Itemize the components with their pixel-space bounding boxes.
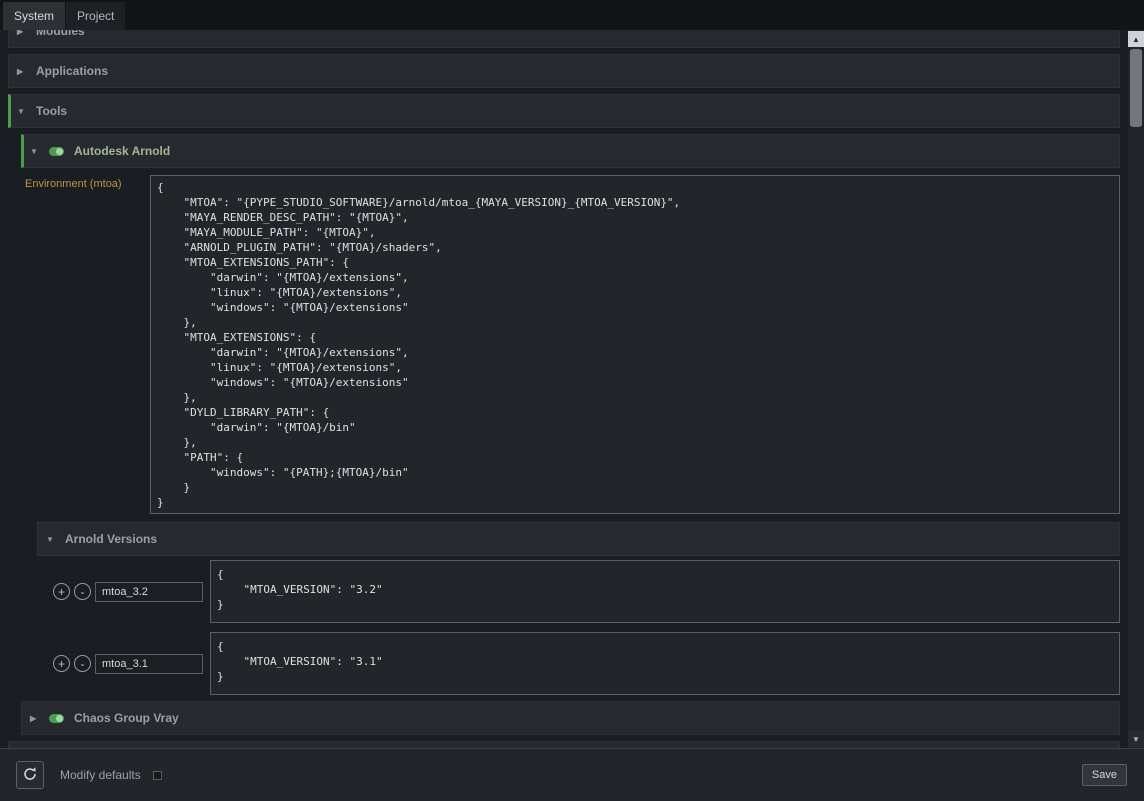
- scroll-up-button[interactable]: ▲: [1128, 31, 1144, 47]
- scrollbar-thumb[interactable]: [1130, 49, 1142, 127]
- version-row: + - { "MTOA_VERSION": "3.2" }: [53, 560, 1120, 623]
- tab-project[interactable]: Project: [66, 2, 125, 30]
- remove-version-button[interactable]: -: [74, 583, 91, 600]
- scroll-down-icon: ▼: [1132, 735, 1140, 744]
- version-key-controls: + -: [53, 560, 210, 623]
- environment-label: Environment (mtoa): [25, 175, 150, 514]
- refresh-icon: [22, 766, 38, 785]
- version-json-editor[interactable]: { "MTOA_VERSION": "3.1" }: [210, 632, 1120, 695]
- save-button[interactable]: Save: [1082, 764, 1127, 786]
- modify-defaults-checkbox[interactable]: [153, 771, 162, 780]
- scroll-up-icon: ▲: [1132, 35, 1140, 44]
- environment-field-row: Environment (mtoa) { "MTOA": "{PYPE_STUD…: [25, 175, 1120, 514]
- tab-bar: System Project: [0, 0, 1144, 30]
- vray-enabled-toggle[interactable]: [49, 714, 64, 723]
- section-tools-label: Tools: [36, 104, 67, 118]
- modify-defaults-label: Modify defaults: [60, 768, 141, 782]
- section-header-tools[interactable]: ▼ Tools: [8, 94, 1120, 128]
- version-key-controls: + -: [53, 632, 210, 695]
- chevron-down-icon: ▼: [46, 535, 57, 544]
- section-header-clipped[interactable]: [8, 741, 1120, 748]
- version-row: + - { "MTOA_VERSION": "3.1" }: [53, 632, 1120, 695]
- tools-section-body: ▼ Autodesk Arnold Environment (mtoa) { "…: [21, 134, 1120, 735]
- vertical-scrollbar[interactable]: ▲ ▼: [1128, 30, 1144, 748]
- version-json-editor[interactable]: { "MTOA_VERSION": "3.2" }: [210, 560, 1120, 623]
- arnold-versions-label: Arnold Versions: [65, 532, 157, 546]
- arnold-section-label: Autodesk Arnold: [74, 144, 170, 158]
- version-key-input[interactable]: [95, 582, 203, 602]
- add-version-button[interactable]: +: [53, 583, 70, 600]
- chevron-right-icon: ▶: [30, 714, 41, 723]
- section-applications-label: Applications: [36, 64, 108, 78]
- remove-version-button[interactable]: -: [74, 655, 91, 672]
- tab-system-label: System: [14, 9, 54, 23]
- arnold-versions-block: ▼ Arnold Versions + - { "MTOA_VERSION": …: [37, 522, 1120, 695]
- refresh-button[interactable]: [16, 761, 44, 789]
- vray-section-label: Chaos Group Vray: [74, 711, 179, 725]
- section-header-modules[interactable]: ▶ Modules: [8, 30, 1120, 48]
- section-header-chaos-group-vray[interactable]: ▶ Chaos Group Vray: [21, 701, 1120, 735]
- section-modules-label: Modules: [36, 30, 85, 38]
- chevron-right-icon: ▶: [17, 67, 28, 76]
- chevron-right-icon: ▶: [17, 30, 28, 36]
- scroll-down-button[interactable]: ▼: [1128, 731, 1144, 747]
- footer-bar: Modify defaults Save: [0, 748, 1144, 801]
- arnold-enabled-toggle[interactable]: [49, 147, 64, 156]
- chevron-down-icon: ▼: [30, 147, 41, 156]
- tab-project-label: Project: [77, 9, 114, 23]
- chevron-down-icon: ▼: [17, 107, 28, 116]
- version-key-input[interactable]: [95, 654, 203, 674]
- add-version-button[interactable]: +: [53, 655, 70, 672]
- section-header-autodesk-arnold[interactable]: ▼ Autodesk Arnold: [21, 134, 1120, 168]
- settings-window: System Project ▶ Modules ▶ Applications …: [0, 0, 1144, 801]
- tab-system[interactable]: System: [3, 2, 65, 30]
- settings-scroll-area: ▶ Modules ▶ Applications ▼ Tools ▼ Autod…: [0, 30, 1128, 748]
- environment-json-editor[interactable]: { "MTOA": "{PYPE_STUDIO_SOFTWARE}/arnold…: [150, 175, 1120, 514]
- section-header-applications[interactable]: ▶ Applications: [8, 54, 1120, 88]
- section-header-arnold-versions[interactable]: ▼ Arnold Versions: [37, 522, 1120, 556]
